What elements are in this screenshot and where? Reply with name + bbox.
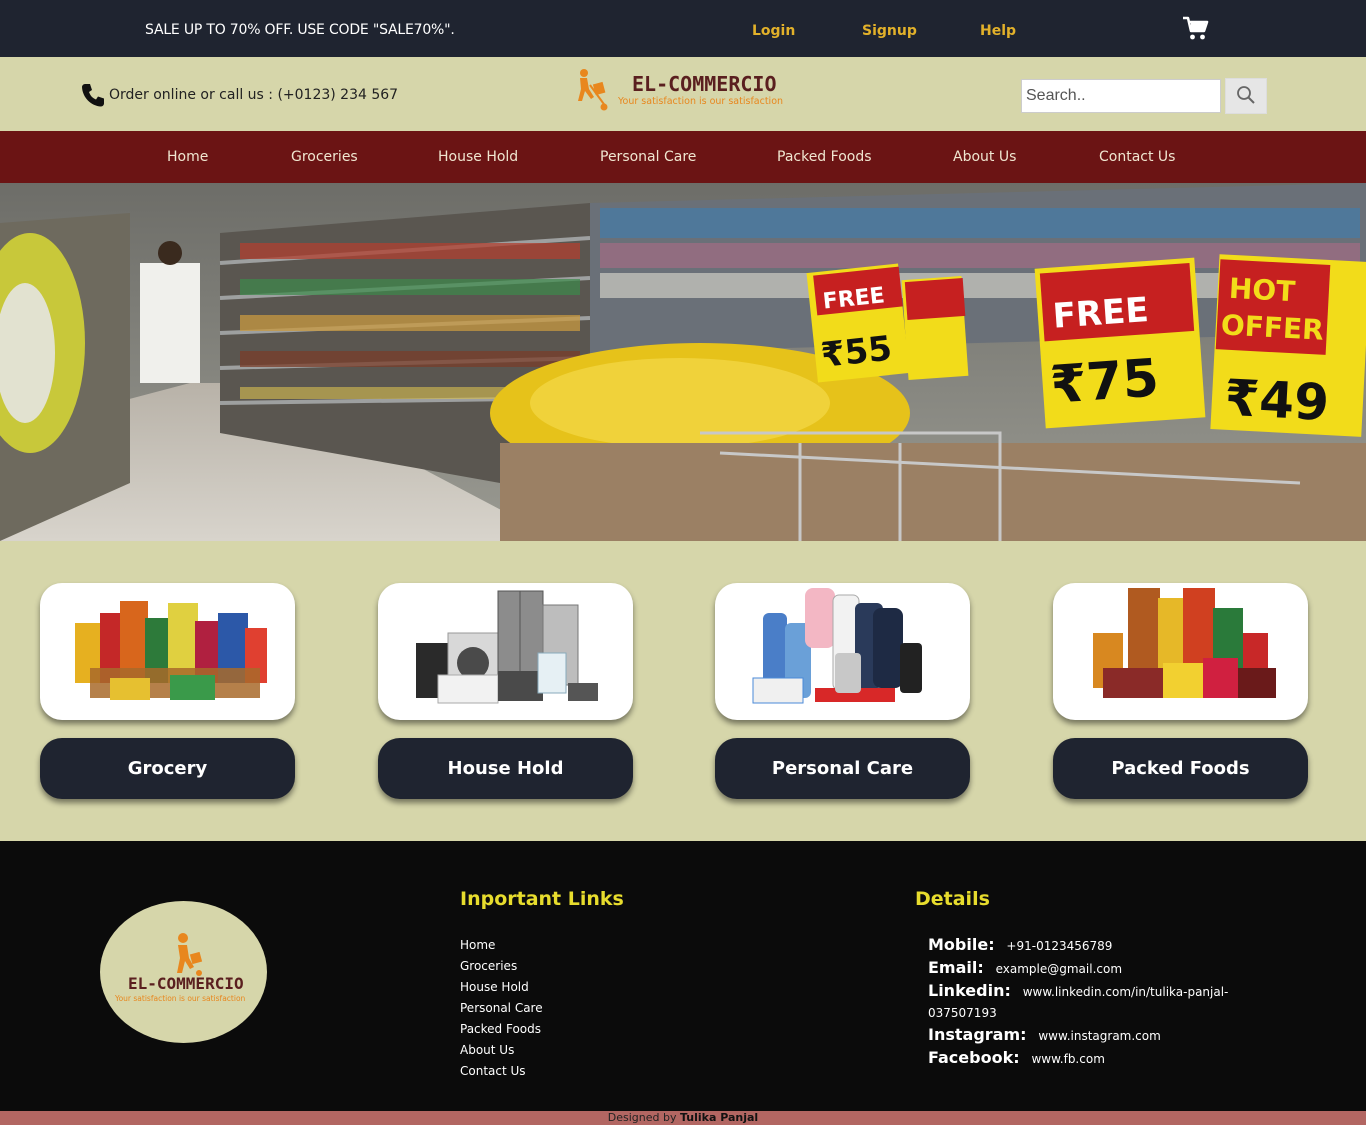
household-appliances-image [416,590,598,704]
nav-item-personal-care[interactable]: Personal Care [600,149,696,165]
instagram-row: Instagram: www.instagram.com [915,1024,1235,1047]
nav-item-contact-us[interactable]: Contact Us [1099,149,1175,165]
grocery-card-image[interactable] [40,583,295,720]
site-footer: EL-COMMERCIO Your satisfaction is our sa… [0,841,1366,1111]
details-heading: Details [915,888,990,910]
phone-icon [80,82,106,108]
nav-item-household[interactable]: House Hold [438,149,518,165]
linkedin-row: Linkedin: www.linkedin.com/in/tulika-pan… [915,980,1235,1024]
svg-text:₹49: ₹49 [1223,369,1330,432]
household-category-button[interactable]: House Hold [378,738,633,799]
instagram-value[interactable]: www.instagram.com [1038,1029,1160,1043]
email-label: Email: [928,958,984,977]
contact-details: Mobile: +91-0123456789 Email: example@gm… [915,934,1235,1070]
logo-tagline: Your satisfaction is our satisfaction [617,96,783,107]
packed-foods-image [1093,588,1276,698]
footer-link-personal-care[interactable]: Personal Care [460,1001,543,1015]
hero-banner-image: FREE ₹55 FREE ₹75 HOT OFFER ₹49 [0,183,1366,541]
footer-link-about-us[interactable]: About Us [460,1043,514,1057]
personal-care-products-image [752,588,922,704]
footer-link-home[interactable]: Home [460,938,495,952]
packed-foods-card-image[interactable] [1053,583,1308,720]
sale-banner-text: SALE UP TO 70% OFF. USE CODE "SALE70%". [145,22,455,38]
cart-icon[interactable] [1181,14,1209,42]
site-logo[interactable]: EL-COMMERCIO Your satisfaction is our sa… [572,67,792,117]
signup-link[interactable]: Signup [862,23,917,39]
search-input[interactable] [1021,79,1221,113]
email-value[interactable]: example@gmail.com [996,962,1122,976]
help-link[interactable]: Help [980,23,1016,39]
footer-logo-title: EL-COMMERCIO [128,974,244,993]
packed-foods-category-button[interactable]: Packed Foods [1053,738,1308,799]
personal-care-card-image[interactable] [715,583,970,720]
category-section: Grocery House Hold Personal Care Packed … [0,541,1366,841]
site-header: Order online or call us : (+0123) 234 56… [0,57,1366,131]
search-icon [1237,85,1255,104]
svg-text:OFFER: OFFER [1220,308,1324,346]
svg-text:₹75: ₹75 [1048,348,1160,415]
svg-text:HOT: HOT [1228,272,1296,308]
logo-title: EL-COMMERCIO [632,72,777,96]
footer-link-contact-us[interactable]: Contact Us [460,1064,526,1078]
search-button[interactable] [1225,78,1267,114]
facebook-value[interactable]: www.fb.com [1031,1052,1104,1066]
household-card-image[interactable] [378,583,633,720]
mobile-row: Mobile: +91-0123456789 [915,934,1235,957]
footer-link-packed-foods[interactable]: Packed Foods [460,1022,541,1036]
footer-link-groceries[interactable]: Groceries [460,959,517,973]
grocery-category-button[interactable]: Grocery [40,738,295,799]
credit-prefix: Designed by [607,1111,677,1124]
svg-text:₹55: ₹55 [819,329,894,376]
mobile-label: Mobile: [928,935,995,954]
nav-item-groceries[interactable]: Groceries [291,149,358,165]
top-bar: SALE UP TO 70% OFF. USE CODE "SALE70%". … [0,0,1366,57]
important-links-heading: Inportant Links [460,888,624,910]
svg-text:FREE: FREE [1051,290,1149,337]
credit-author: Tulika Panjal [679,1111,759,1124]
nav-item-packed-foods[interactable]: Packed Foods [777,149,872,165]
footer-links-list: Home Groceries House Hold Personal Care … [460,937,543,1084]
email-row: Email: example@gmail.com [915,957,1235,980]
instagram-label: Instagram: [928,1025,1027,1044]
nav-item-home[interactable]: Home [167,149,208,165]
linkedin-label: Linkedin: [928,981,1011,1000]
footer-logo[interactable]: EL-COMMERCIO Your satisfaction is our sa… [100,901,267,1043]
nav-item-about-us[interactable]: About Us [953,149,1016,165]
footer-link-household[interactable]: House Hold [460,980,529,994]
login-link[interactable]: Login [752,23,795,39]
order-phone-text: Order online or call us : (+0123) 234 56… [109,87,399,103]
footer-logo-tagline: Your satisfaction is our satisfaction [114,994,246,1003]
facebook-row: Facebook: www.fb.com [915,1047,1235,1070]
mobile-value: +91-0123456789 [1006,939,1113,953]
designer-credit: Designed by Tulika Panjal [0,1111,1366,1125]
personal-care-category-button[interactable]: Personal Care [715,738,970,799]
grocery-products-image [75,601,267,700]
facebook-label: Facebook: [928,1048,1020,1067]
main-nav: Home Groceries House Hold Personal Care … [0,131,1366,183]
